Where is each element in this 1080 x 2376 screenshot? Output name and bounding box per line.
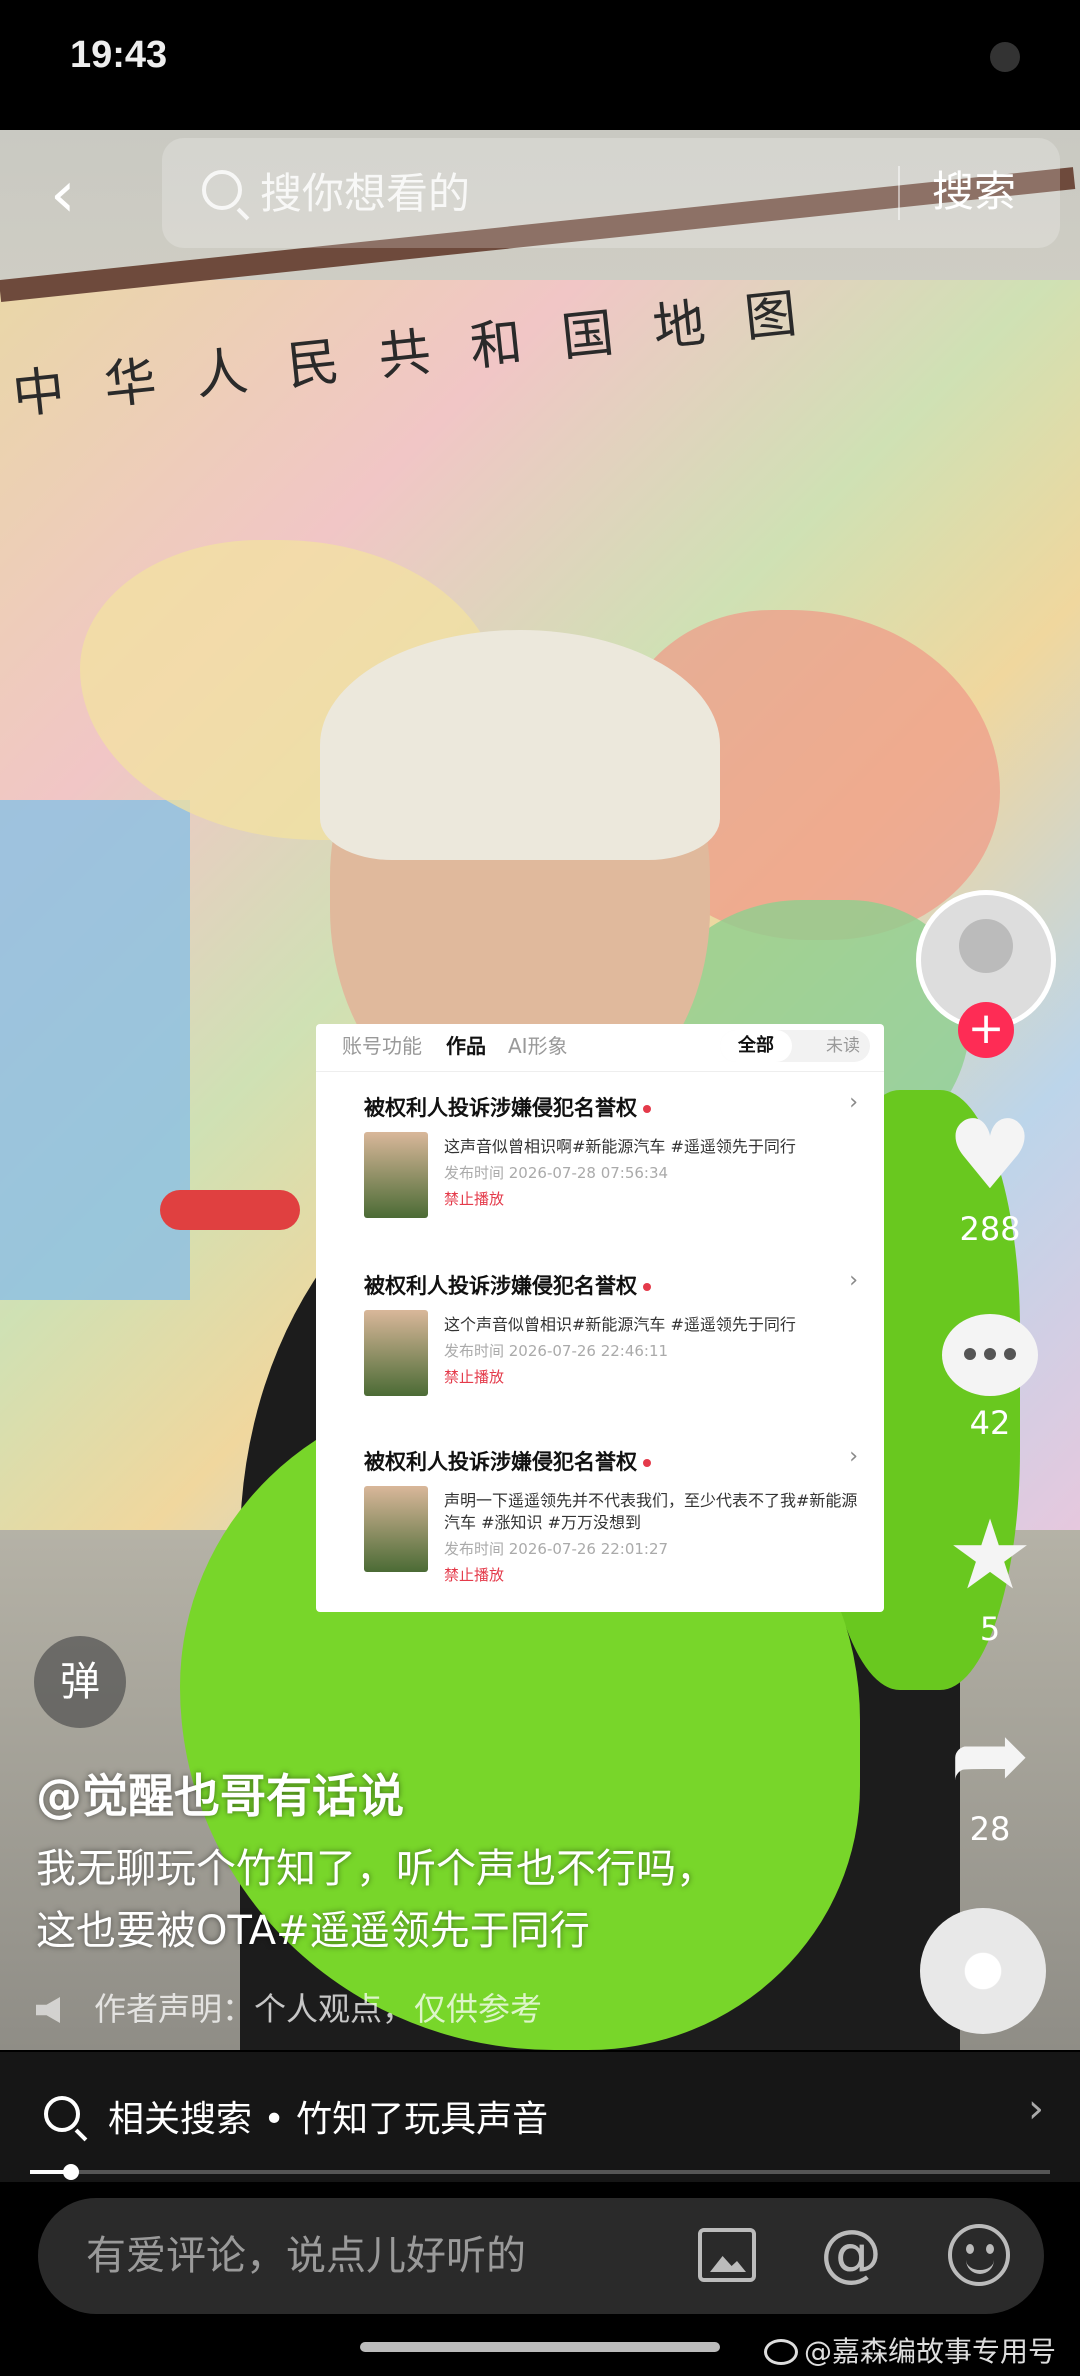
video-caption[interactable]: 我无聊玩个竹知了，听个声也不行吗， 这也要被OTA#遥遥领先于同行 [36,1838,796,1962]
search-input[interactable] [260,160,860,226]
tab-ai-avatar: AI形象 [508,1034,568,1058]
status-badge: 禁止播放 [444,1368,505,1386]
watermark: @嘉森编故事专用号 [763,2330,1056,2370]
unread-dot [643,1283,651,1291]
item-title: 被权利人投诉涉嫌侵犯名誉权 [364,1274,637,1298]
list-item: 被权利人投诉涉嫌侵犯名誉权 › 这个声音似曾相识#新能源汽车 #遥遥领先于同行 … [334,1258,872,1428]
item-description: 声明一下遥遥领先并不代表我们，至少代表不了我#新能源汽车 #涨知识 #万万没想到 [444,1491,858,1532]
share-arrow-icon: ➦ [949,1699,1031,1811]
list-item: 被权利人投诉涉嫌侵犯名誉权 › 这声音似曾相识啊#新能源汽车 #遥遥领先于同行 … [334,1080,872,1250]
music-disc-icon[interactable] [920,1908,1046,2034]
status-badge: 禁止播放 [444,1566,505,1584]
notification-screenshot: 账号功能 作品 AI形象 全部 未读 被权利人投诉涉嫌侵犯名誉权 › 这声音似曾… [316,1024,884,1612]
disclaimer-text: 作者声明：个人观点，仅供参考 [94,1990,543,2028]
caption-line: 我无聊玩个竹知了，听个声也不行吗， [36,1846,716,1892]
item-time: 发布时间 2026-07-28 07:56:34 [444,1164,669,1182]
person-cap [320,630,720,860]
chevron-right-icon: › [849,1090,858,1115]
comment-bar: @ [38,2198,1044,2314]
comment-icon [942,1314,1038,1396]
item-time: 发布时间 2026-07-26 22:46:11 [444,1342,669,1360]
item-title: 被权利人投诉涉嫌侵犯名誉权 [364,1096,637,1120]
status-bar: 19:43 [0,0,1080,130]
watermark-text: @嘉森编故事专用号 [803,2335,1056,2368]
chevron-right-icon: › [849,1268,858,1293]
chevron-right-icon: › [849,1444,858,1469]
like-count: 288 [959,1210,1021,1248]
item-description: 这声音似曾相识啊#新能源汽车 #遥遥领先于同行 [444,1137,796,1156]
filter-unread: 未读 [826,1036,860,1056]
search-button[interactable]: 搜索 [932,158,1016,219]
item-title: 被权利人投诉涉嫌侵犯名誉权 [364,1450,637,1474]
heart-icon: ♥ [946,1099,1034,1211]
share-button[interactable]: ➦ 28 [900,1700,1080,1848]
search-divider [898,166,900,220]
status-badge: 禁止播放 [444,1190,505,1208]
status-time: 19:43 [70,34,168,76]
related-search-text: 相关搜索 • 竹知了玩具声音 [108,2099,549,2140]
item-time: 发布时间 2026-07-26 22:01:27 [444,1540,669,1558]
favorite-button[interactable]: ★ 5 [900,1500,1080,1648]
share-count: 28 [969,1810,1011,1848]
top-bar: ‹ 搜索 [0,130,1080,260]
video-thumbnail [364,1486,428,1572]
video-thumbnail [364,1310,428,1396]
tab-account-functions: 账号功能 [342,1034,422,1058]
unread-dot [643,1459,651,1467]
image-icon[interactable] [698,2228,756,2282]
playback-progress-bar[interactable] [30,2164,1050,2180]
danmu-toggle-button[interactable]: 弹 [34,1636,126,1728]
search-icon [202,170,242,210]
author-disclaimer: 作者声明：个人观点，仅供参考 [36,1984,542,2030]
list-item: 被权利人投诉涉嫌侵犯名誉权 › 声明一下遥遥领先并不代表我们，至少代表不了我#新… [334,1434,872,1604]
panel-tabs: 账号功能 作品 AI形象 全部 未读 [316,1024,884,1072]
video-thumbnail [364,1132,428,1218]
speaker-icon [36,1997,60,2023]
author-name[interactable]: @觉醒也哥有话说 [36,1760,404,1826]
map-pin [160,1190,300,1230]
caption-line: 这也要被OTA#遥遥领先于同行 [36,1908,590,1954]
favorite-count: 5 [979,1610,1001,1648]
like-button[interactable]: ♥ 288 [900,1100,1080,1248]
comment-button[interactable]: 42 [900,1300,1080,1442]
comment-count: 42 [969,1404,1011,1442]
tab-works: 作品 [446,1034,486,1058]
chevron-right-icon: › [1028,2086,1044,2132]
read-filter: 全部 未读 [720,1030,870,1062]
search-box[interactable]: 搜索 [162,138,1060,248]
filter-all: 全部 [720,1030,792,1062]
unread-dot [643,1105,651,1113]
follow-plus-icon[interactable]: + [958,1002,1014,1058]
star-icon: ★ [946,1499,1034,1611]
search-icon [44,2096,80,2132]
item-description: 这个声音似曾相识#新能源汽车 #遥遥领先于同行 [444,1315,796,1334]
comment-input[interactable] [86,2224,606,2288]
camera-cutout [990,42,1020,72]
at-mention-icon[interactable]: @ [820,2216,882,2289]
emoji-icon[interactable] [948,2224,1010,2286]
weibo-icon [763,2339,798,2365]
related-search-bar[interactable]: 相关搜索 • 竹知了玩具声音 › [0,2052,1080,2182]
progress-handle[interactable] [62,2164,79,2180]
back-icon[interactable]: ‹ [50,160,120,230]
home-indicator[interactable] [360,2342,720,2352]
